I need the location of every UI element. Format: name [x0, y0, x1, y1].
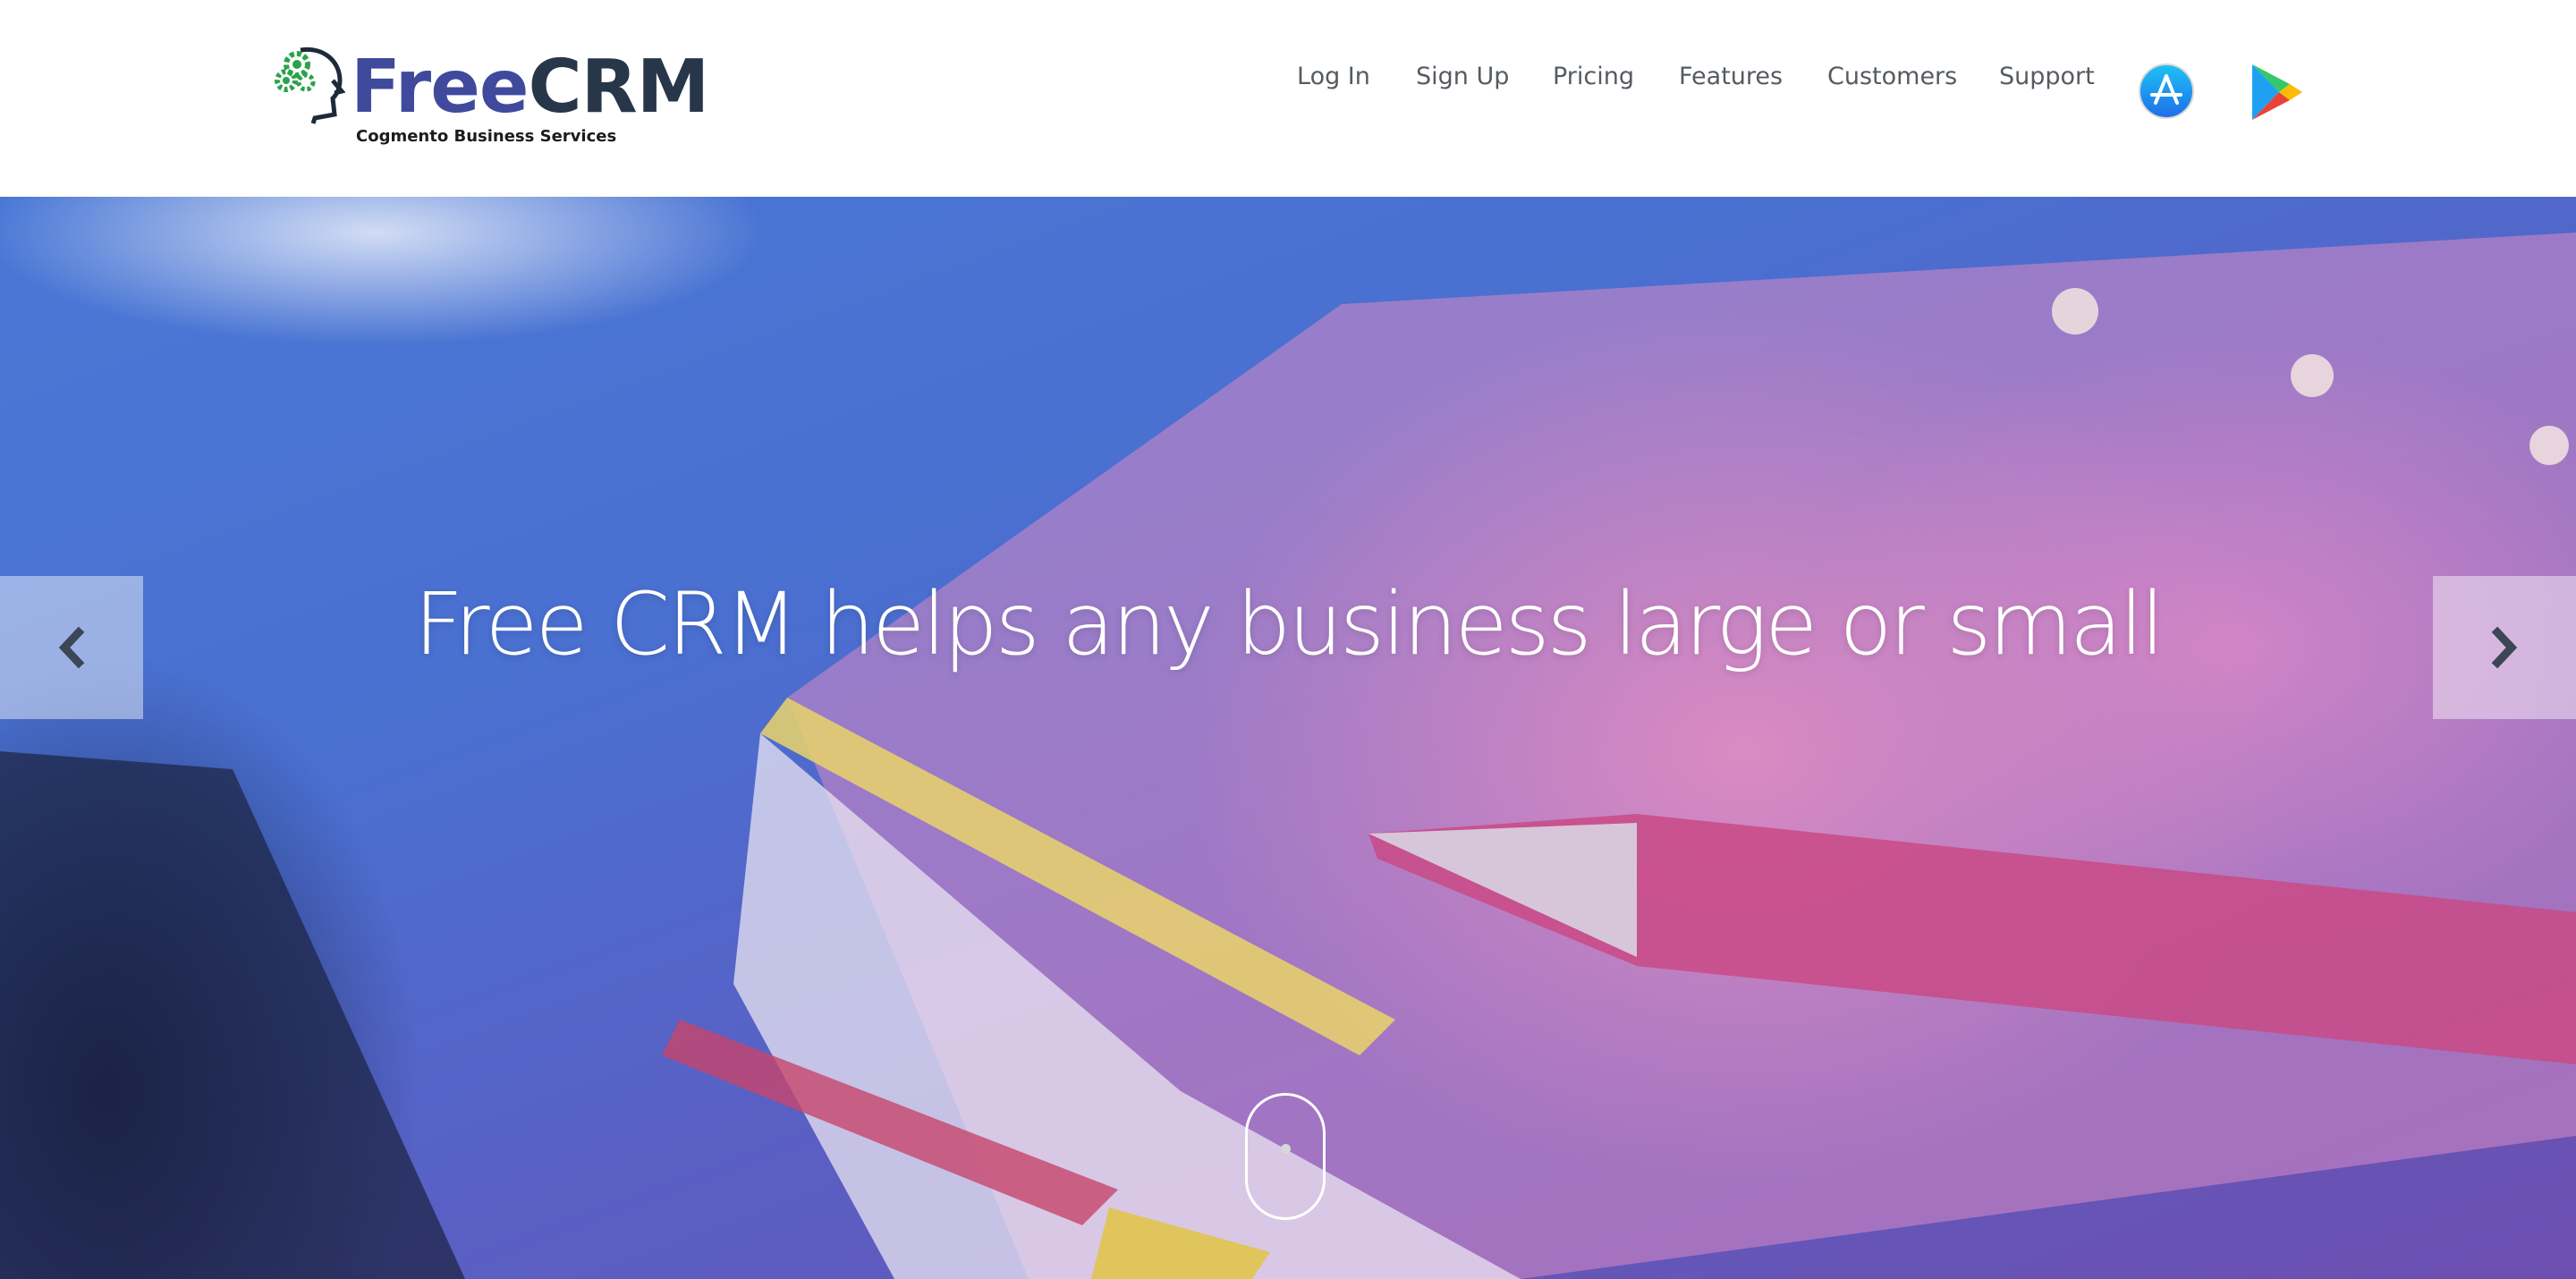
carousel-next-button[interactable]	[2433, 576, 2576, 719]
carousel-prev-button[interactable]	[0, 576, 143, 719]
hero-headline: Free CRM helps any business large or sma…	[413, 574, 2165, 674]
brand-tagline: Cogmento Business Services	[356, 127, 617, 146]
chevron-left-icon	[58, 626, 85, 669]
nav-log-in[interactable]: Log In	[1297, 63, 1370, 90]
nav-features[interactable]: Features	[1679, 63, 1783, 90]
freecrm-logo[interactable]: FreeCRM Cogmento Business Services	[274, 45, 709, 152]
site-header: FreeCRM Cogmento Business Services Log I…	[0, 0, 2576, 197]
app-store-icon[interactable]	[2138, 63, 2195, 120]
mouse-scroll-icon[interactable]	[1245, 1093, 1326, 1220]
nav-sign-up[interactable]: Sign Up	[1416, 63, 1509, 90]
nav-customers[interactable]: Customers	[1827, 63, 1957, 90]
nav-support[interactable]: Support	[1999, 63, 2095, 90]
scroll-wheel-dot	[1281, 1144, 1291, 1154]
google-play-icon[interactable]	[2249, 63, 2304, 122]
chevron-right-icon	[2491, 626, 2518, 669]
nav-pricing[interactable]: Pricing	[1553, 63, 1634, 90]
hero-carousel: Free CRM helps any business large or sma…	[0, 197, 2576, 1279]
